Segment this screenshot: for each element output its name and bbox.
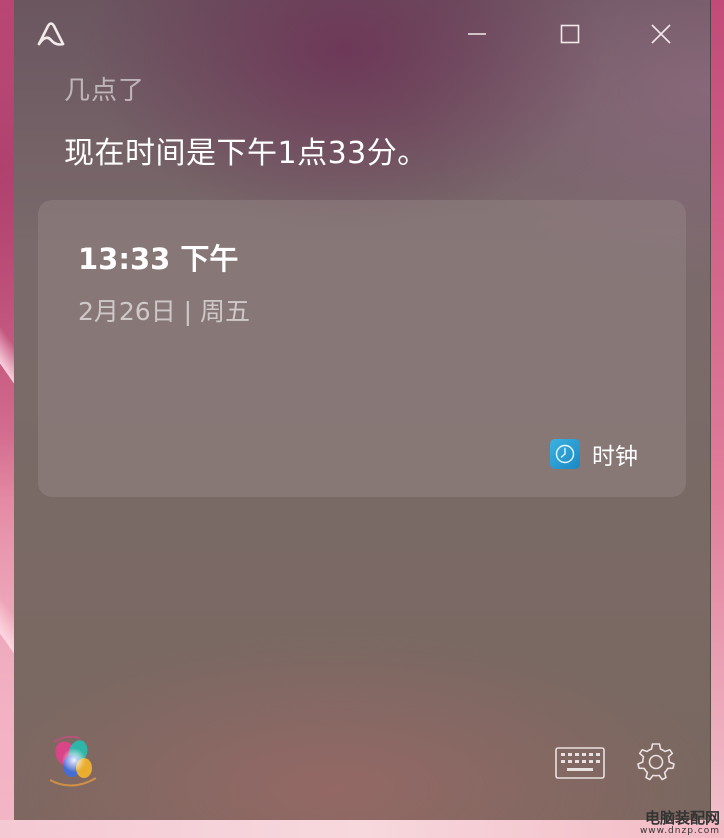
clock-app-label: 时钟 <box>592 444 638 470</box>
close-button[interactable] <box>638 14 684 54</box>
title-bar <box>14 0 710 68</box>
cortana-window: 几点了 现在时间是下午1点33分。 13:33 下午 2月26日 | 周五 时钟 <box>14 0 711 820</box>
maximize-button[interactable] <box>547 14 593 54</box>
settings-button[interactable] <box>634 740 678 784</box>
user-query: 几点了 <box>64 76 146 106</box>
clock-card[interactable]: 13:33 下午 2月26日 | 周五 时钟 <box>38 200 686 497</box>
minimize-button[interactable] <box>454 14 500 54</box>
watermark-sub: www.dnzp.com <box>639 825 720 836</box>
settings-gear-icon <box>637 743 675 781</box>
minimize-icon <box>468 33 486 35</box>
cortana-orb-icon[interactable] <box>36 722 108 794</box>
desktop-wallpaper-strip <box>0 820 724 838</box>
cortana-a-logo-icon <box>34 18 68 52</box>
open-clock-app-link[interactable]: 时钟 <box>550 437 638 471</box>
clock-time: 13:33 下午 <box>78 242 239 276</box>
watermark: 电脑装配网 www.dnzp.com <box>639 808 720 836</box>
keyboard-icon <box>555 747 605 779</box>
close-icon <box>651 24 671 44</box>
keyboard-button[interactable] <box>554 742 606 782</box>
clock-app-icon <box>550 439 580 469</box>
maximize-icon <box>560 24 580 44</box>
watermark-main: 电脑装配网 <box>644 808 720 827</box>
assistant-answer: 现在时间是下午1点33分。 <box>64 136 428 171</box>
clock-date: 2月26日 | 周五 <box>78 297 251 326</box>
